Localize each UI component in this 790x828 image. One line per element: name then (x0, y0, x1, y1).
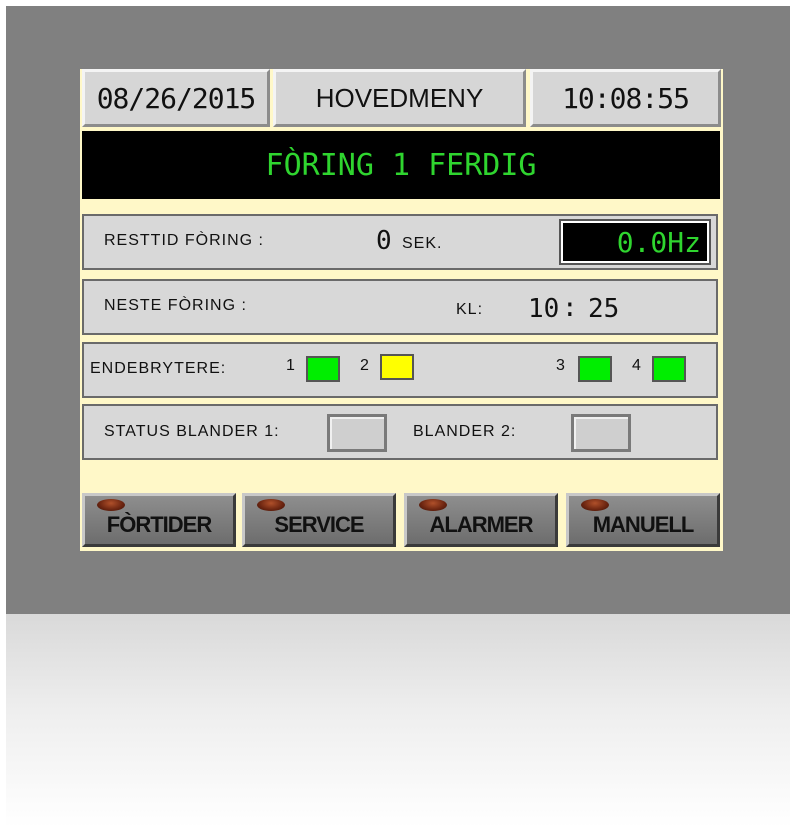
frequency-display: 0.0Hz (559, 219, 711, 265)
next-feeding-hour: 10 (528, 294, 560, 324)
indicator-led-icon (97, 499, 125, 511)
next-feeding-minute: 25 (588, 294, 620, 324)
next-feeding-panel: NESTE FÒRING : KL: 10 : 25 (82, 279, 718, 335)
date-display: 08/26/2015 (82, 69, 270, 127)
limit-switches-panel: ENDEBRYTERE: 1 2 3 4 (82, 342, 718, 398)
clock-label: KL: (456, 301, 484, 318)
remaining-time-value: 0 (376, 226, 392, 256)
blender-2-indicator (571, 414, 631, 452)
blender-1-indicator (327, 414, 387, 452)
manual-button[interactable]: MANUELL (566, 493, 720, 547)
feeding-times-label: FÒRTIDER (106, 512, 212, 537)
switch-4-lamp (652, 356, 686, 382)
indicator-led-icon (419, 499, 447, 511)
blender-2-label: BLANDER 2: (413, 423, 517, 440)
switch-2-lamp (380, 354, 414, 380)
switch-1-lamp (306, 356, 340, 382)
switch-4-number: 4 (632, 357, 642, 374)
indicator-led-icon (581, 499, 609, 511)
alarms-label: ALARMER (429, 512, 534, 537)
bezel-reflection (6, 614, 790, 828)
indicator-led-icon (257, 499, 285, 511)
next-feeding-label: NESTE FÒRING : (104, 297, 247, 314)
switch-1-number: 1 (286, 357, 296, 374)
manual-label: MANUELL (592, 512, 695, 537)
feeding-times-button[interactable]: FÒRTIDER (82, 493, 236, 547)
switch-2-number: 2 (360, 357, 370, 374)
remaining-time-label: RESTTID FÒRING : (104, 232, 264, 249)
switch-3-number: 3 (556, 357, 566, 374)
limit-switches-label: ENDEBRYTERE: (90, 360, 227, 377)
blender-1-label: STATUS BLANDER 1: (104, 423, 280, 440)
blender-status-panel: STATUS BLANDER 1: BLANDER 2: (82, 404, 718, 460)
remaining-time-panel: RESTTID FÒRING : 0 SEK. 0.0Hz (82, 214, 718, 270)
status-banner: FÒRING 1 FERDIG (82, 131, 720, 199)
service-label: SERVICE (274, 512, 364, 537)
hmi-screen: 08/26/2015 HOVEDMENY 10:08:55 FÒRING 1 F… (80, 69, 723, 551)
time-display: 10:08:55 (530, 69, 721, 127)
switch-3-lamp (578, 356, 612, 382)
remaining-time-unit: SEK. (402, 235, 443, 252)
time-separator: : (562, 293, 578, 323)
alarms-button[interactable]: ALARMER (404, 493, 558, 547)
service-button[interactable]: SERVICE (242, 493, 396, 547)
main-menu-button[interactable]: HOVEDMENY (273, 69, 526, 127)
